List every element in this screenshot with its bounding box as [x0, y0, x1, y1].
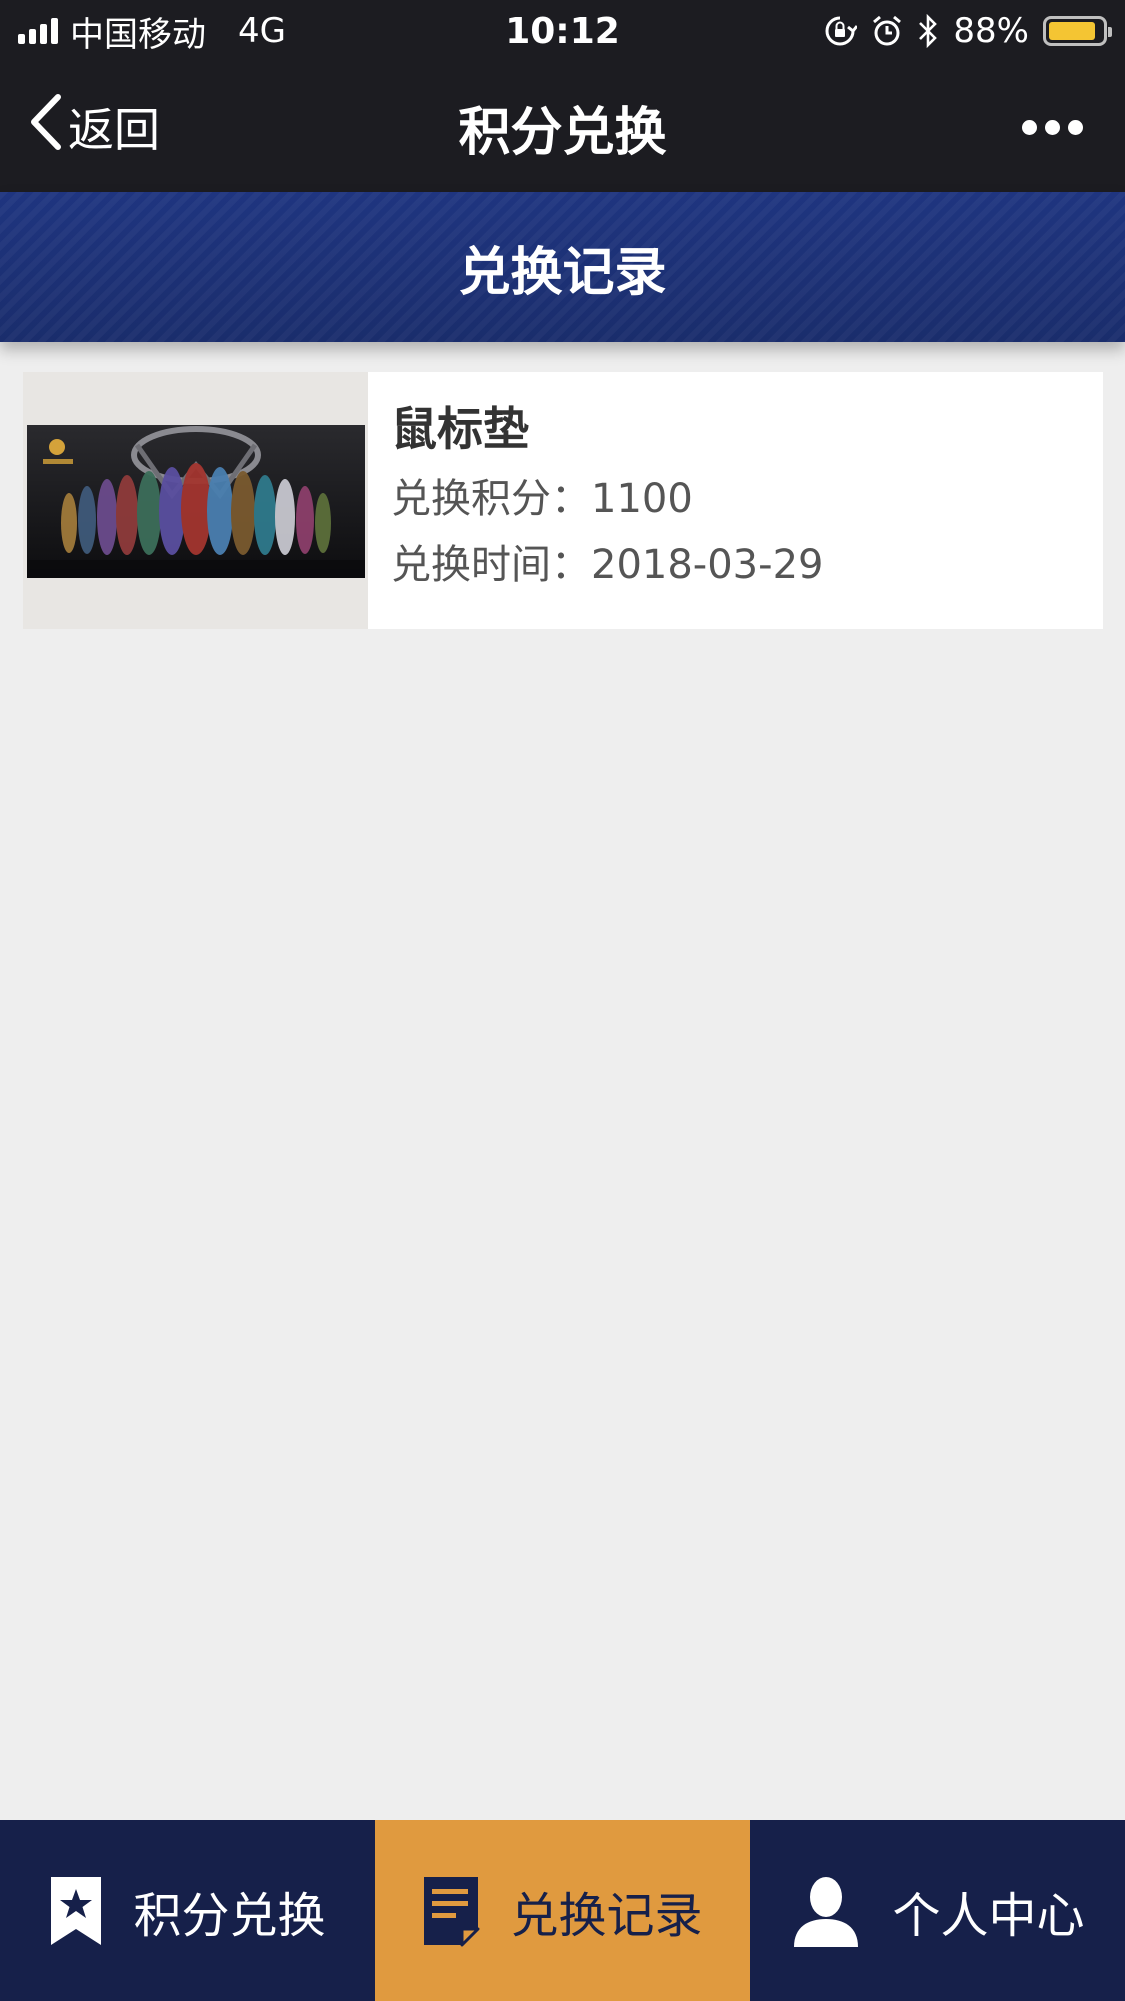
time-row: 兑换时间：2018-03-29 — [391, 532, 823, 598]
time-label: 兑换时间： — [391, 542, 591, 588]
section-header: 兑换记录 — [0, 192, 1125, 342]
tab-points-exchange[interactable]: 积分兑换 — [0, 1820, 375, 2001]
item-name: 鼠标垫 — [391, 402, 529, 456]
user-icon — [790, 1875, 862, 1947]
more-icon[interactable] — [1022, 62, 1083, 192]
tab-label: 兑换记录 — [510, 1887, 703, 1944]
status-bar: 中国移动 4G 10:12 88% — [0, 0, 1125, 62]
status-right: 88% — [823, 0, 1112, 62]
tab-label: 积分兑换 — [133, 1887, 326, 1944]
page-title: 积分兑换 — [458, 102, 667, 163]
record-card[interactable]: 鼠标垫 兑换积分：1100 兑换时间：2018-03-29 — [23, 372, 1103, 629]
bookmark-star-icon — [49, 1875, 103, 1947]
document-icon — [422, 1875, 480, 1947]
tab-exchange-records[interactable]: 兑换记录 — [375, 1820, 750, 2001]
battery-fill — [1049, 22, 1095, 40]
nav-bar: 返回 积分兑换 — [0, 62, 1125, 192]
time-value: 2018-03-29 — [591, 542, 824, 588]
product-image — [23, 372, 368, 629]
alarm-icon — [871, 14, 903, 48]
battery-icon — [1043, 16, 1112, 46]
points-label: 兑换积分： — [391, 476, 591, 522]
back-label: 返回 — [68, 103, 160, 157]
tab-label: 个人中心 — [892, 1887, 1085, 1944]
mousepad-artwork — [27, 425, 365, 578]
bluetooth-icon — [917, 14, 939, 48]
battery-percent: 88% — [953, 11, 1029, 51]
back-button[interactable]: 返回 — [28, 62, 160, 192]
tab-personal-center[interactable]: 个人中心 — [750, 1820, 1125, 2001]
record-info: 鼠标垫 兑换积分：1100 兑换时间：2018-03-29 — [368, 372, 823, 629]
points-row: 兑换积分：1100 — [391, 466, 823, 532]
chevron-left-icon — [28, 93, 64, 162]
tab-bar: 积分兑换 兑换记录 个人中心 — [0, 1820, 1125, 2001]
points-value: 1100 — [591, 476, 693, 522]
rotation-lock-icon — [823, 14, 858, 48]
